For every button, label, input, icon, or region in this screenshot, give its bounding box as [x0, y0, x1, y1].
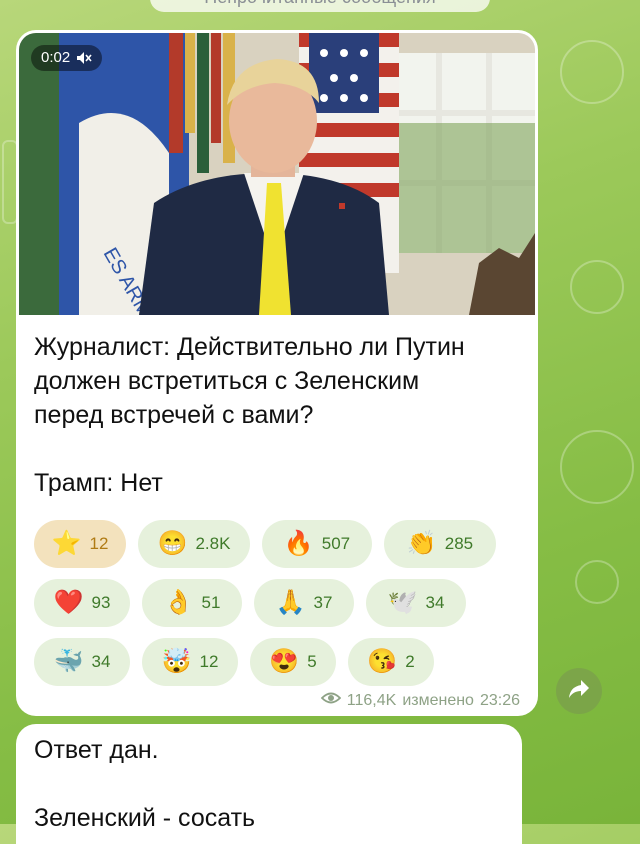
star-emoji-icon: ⭐: [51, 530, 82, 557]
reaction-count: 51: [201, 593, 221, 612]
message-line: Зеленский - сосать: [34, 804, 256, 832]
reaction-heart-eyes-button[interactable]: 😍 5: [250, 638, 336, 686]
reactions-row: ⭐ 12 😁 2.8K 🔥 507 👏 285: [34, 520, 534, 568]
background-doodle: [575, 560, 619, 604]
reactions-row: ❤️ 93 👌 51 🙏 37 🕊️ 34: [34, 579, 534, 627]
ok-hand-emoji-icon: 👌: [163, 589, 194, 616]
pray-emoji-icon: 🙏: [275, 589, 306, 616]
reactions-panel: ⭐ 12 😁 2.8K 🔥 507 👏 285 ❤️ 93 👌 51 🙏 37 …: [34, 520, 534, 697]
reaction-count: 12: [199, 652, 219, 671]
message-line: должен встретиться с Зеленским: [34, 367, 420, 395]
eye-icon: [320, 691, 342, 710]
reaction-dove-button[interactable]: 🕊️ 34: [366, 579, 466, 627]
reaction-count: 2.8K: [195, 534, 231, 553]
background-doodle: [560, 430, 634, 504]
video-player[interactable]: ES ARM 0:02: [19, 33, 535, 315]
grin-emoji-icon: 😁: [157, 530, 188, 557]
share-button[interactable]: [556, 668, 602, 714]
kiss-emoji-icon: 😘: [367, 648, 398, 675]
reaction-kiss-button[interactable]: 😘 2: [348, 638, 434, 686]
message-line: Ответ дан.: [34, 736, 159, 764]
next-message-bubble[interactable]: Ответ дан. Зеленский - сосать: [16, 724, 522, 844]
mind-blown-emoji-icon: 🤯: [161, 648, 192, 675]
message-line: Трамп: Нет: [34, 469, 163, 497]
reaction-count: 5: [307, 652, 317, 671]
fire-emoji-icon: 🔥: [283, 530, 314, 557]
reactions-row: 🐳 34 🤯 12 😍 5 😘 2: [34, 638, 534, 686]
view-count: 116,4K: [346, 691, 397, 709]
whale-emoji-icon: 🐳: [53, 648, 84, 675]
heart-eyes-emoji-icon: 😍: [269, 648, 300, 675]
reaction-pray-button[interactable]: 🙏 37: [254, 579, 354, 627]
reaction-count: 2: [405, 652, 415, 671]
reaction-count: 285: [444, 534, 474, 553]
reaction-count: 12: [89, 534, 109, 553]
video-duration: 0:02: [41, 49, 71, 66]
video-duration-badge: 0:02: [31, 45, 103, 71]
reaction-count: 37: [313, 593, 333, 612]
video-frame: ES ARM: [19, 33, 535, 315]
message-text: Журналист: Действительно ли Путин должен…: [34, 330, 524, 500]
message-line: Журналист: Действительно ли Путин: [34, 333, 465, 361]
message-time: 23:26: [479, 691, 520, 709]
share-arrow-icon: [568, 679, 590, 704]
reaction-count: 93: [91, 593, 111, 612]
heart-emoji-icon: ❤️: [53, 589, 84, 616]
edited-label: изменено: [402, 691, 474, 709]
reaction-ok-hand-button[interactable]: 👌 51: [142, 579, 242, 627]
message-meta: 116,4K изменено 23:26: [320, 691, 520, 710]
reaction-whale-button[interactable]: 🐳 34: [34, 638, 130, 686]
speaker-muted-icon[interactable]: [76, 51, 92, 65]
dove-emoji-icon: 🕊️: [387, 589, 418, 616]
background-doodle: [560, 40, 624, 104]
reaction-count: 34: [91, 652, 111, 671]
reaction-count: 34: [425, 593, 445, 612]
reaction-star-button[interactable]: ⭐ 12: [34, 520, 126, 568]
reaction-count: 507: [321, 534, 351, 553]
reaction-fire-button[interactable]: 🔥 507: [262, 520, 372, 568]
message-bubble[interactable]: ES ARM 0:02 Журналист: Действительно ли …: [16, 30, 538, 716]
unread-messages-banner: Непрочитанные сообщения: [150, 0, 490, 12]
clap-emoji-icon: 👏: [406, 530, 437, 557]
message-line: перед встречей с вами?: [34, 401, 314, 429]
background-doodle: [570, 260, 624, 314]
reaction-mind-blown-button[interactable]: 🤯 12: [142, 638, 238, 686]
reaction-heart-button[interactable]: ❤️ 93: [34, 579, 130, 627]
reaction-grin-button[interactable]: 😁 2.8K: [138, 520, 250, 568]
reaction-clap-button[interactable]: 👏 285: [384, 520, 496, 568]
